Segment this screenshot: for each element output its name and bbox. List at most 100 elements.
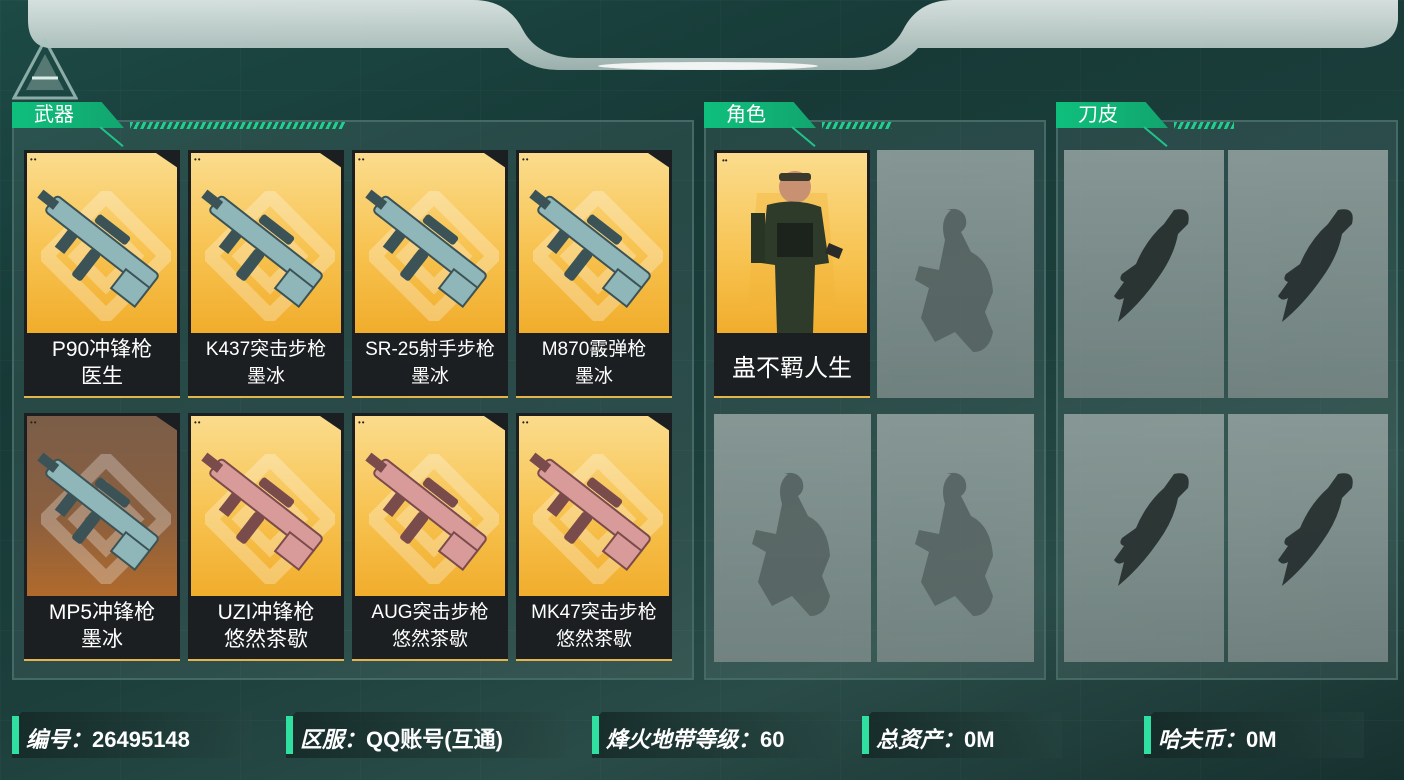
weapon-art — [355, 153, 505, 333]
weapon-art — [191, 153, 341, 333]
role-name: 蛊不羁人生 — [732, 355, 852, 382]
mk47-gun-icon — [519, 416, 669, 596]
card-dots: •• — [522, 418, 530, 427]
card-dots: •• — [522, 155, 530, 164]
knife-icon — [1228, 414, 1388, 667]
weapon-name: MK47突击步枪 — [531, 602, 657, 623]
knife-icon — [1064, 414, 1224, 667]
info-value: 0M — [964, 727, 995, 752]
weapon-card[interactable]: •• MK47突击步枪 悠然茶歇 — [516, 413, 672, 661]
info-accent-bar — [1144, 716, 1151, 754]
weapon-art — [519, 416, 669, 596]
weapon-skin: 悠然茶歇 — [391, 629, 468, 650]
role-art — [717, 153, 867, 333]
weapon-label: AUG突击步枪 悠然茶歇 — [352, 599, 508, 653]
weapon-name: MP5冲锋枪 — [48, 601, 156, 624]
card-dots: •• — [194, 418, 202, 427]
roles-title: 角色 — [704, 102, 816, 128]
weapon-skin: 墨冰 — [246, 366, 285, 387]
weapon-skin: 墨冰 — [574, 366, 613, 387]
weapon-label: K437突击步枪 墨冰 — [188, 336, 344, 390]
weapon-name: M870霰弹枪 — [541, 339, 647, 360]
weapon-card[interactable]: •• AUG突击步枪 悠然茶歇 — [352, 413, 508, 661]
weapon-label: UZI冲锋枪 悠然茶歇 — [188, 599, 344, 653]
info-item: 总资产：0M — [862, 712, 1062, 758]
info-accent-bar — [12, 716, 19, 754]
m870-gun-icon — [519, 153, 669, 333]
card-dots: •• — [194, 155, 202, 164]
info-accent-bar — [286, 716, 293, 754]
k437-gun-icon — [191, 153, 341, 333]
sr25-gun-icon — [355, 153, 505, 333]
weapon-label: M870霰弹枪 墨冰 — [516, 336, 672, 390]
role-card[interactable]: •• 蛊不羁人生 — [714, 150, 870, 398]
weapons-title: 武器 — [12, 102, 124, 128]
info-key: 烽火地带等级： — [606, 727, 761, 752]
weapon-skin: 悠然茶歇 — [224, 628, 308, 651]
weapon-card[interactable]: •• M870霰弹枪 墨冰 — [516, 150, 672, 398]
knives-title: 刀皮 — [1056, 102, 1168, 128]
aug-gun-icon — [355, 416, 505, 596]
info-label: 总资产：0M — [876, 722, 995, 754]
weapon-card[interactable]: •• P90冲锋枪 医生 — [24, 150, 180, 398]
weapon-art — [191, 416, 341, 596]
weapon-skin: 墨冰 — [81, 628, 123, 651]
card-dots: •• — [30, 418, 38, 427]
info-value: 0M — [1246, 727, 1277, 752]
uzi-gun-icon — [191, 416, 341, 596]
card-dots: •• — [30, 155, 38, 164]
info-accent-bar — [862, 716, 869, 754]
knives-panel-header: 刀皮 — [1056, 102, 1246, 148]
info-item: 哈夫币：0M — [1144, 712, 1364, 758]
weapon-art — [355, 416, 505, 596]
weapon-art — [27, 416, 177, 596]
knife-slot[interactable] — [1064, 414, 1224, 662]
info-value: QQ账号(互通) — [366, 727, 503, 752]
top-bar — [18, 0, 1398, 70]
roles-panel-header: 角色 — [704, 102, 894, 148]
info-label: 哈夫币：0M — [1158, 722, 1277, 754]
header-hatch — [822, 122, 892, 129]
empty-role-slot[interactable] — [714, 414, 871, 662]
knife-slot[interactable] — [1228, 150, 1388, 398]
weapon-name: K437突击步枪 — [205, 339, 327, 360]
card-dots: •• — [722, 156, 728, 165]
info-key: 哈夫币： — [1158, 727, 1247, 752]
weapon-name: SR-25射手步枪 — [365, 339, 495, 360]
weapon-art — [519, 153, 669, 333]
empty-role-slot[interactable] — [877, 150, 1034, 398]
weapon-name: UZI冲锋枪 — [217, 601, 315, 624]
weapon-label: P90冲锋枪 医生 — [24, 336, 180, 390]
weapon-card[interactable]: •• SR-25射手步枪 墨冰 — [352, 150, 508, 398]
mp5-gun-icon — [27, 416, 177, 596]
info-value: 26495148 — [92, 727, 190, 752]
info-item: 编号：26495148 — [12, 712, 252, 758]
p90-gun-icon — [27, 153, 177, 333]
info-accent-bar — [592, 716, 599, 754]
header-hatch — [1174, 122, 1234, 129]
weapon-card[interactable]: •• K437突击步枪 墨冰 — [188, 150, 344, 398]
weapon-name: P90冲锋枪 — [51, 338, 153, 361]
weapon-art — [27, 153, 177, 333]
info-item: 区服：QQ账号(互通) — [286, 712, 566, 758]
soldier-silhouette-icon — [752, 472, 830, 616]
empty-role-slot[interactable] — [877, 414, 1034, 662]
knife-icon — [1228, 150, 1388, 403]
knife-icon — [1064, 150, 1224, 403]
weapon-name: AUG突击步枪 — [371, 602, 489, 623]
game-logo — [11, 36, 79, 100]
weapon-card[interactable]: •• UZI冲锋枪 悠然茶歇 — [188, 413, 344, 661]
weapon-label: SR-25射手步枪 墨冰 — [352, 336, 508, 390]
weapon-label: MP5冲锋枪 墨冰 — [24, 599, 180, 653]
info-label: 编号：26495148 — [26, 722, 190, 754]
weapon-card[interactable]: •• MP5冲锋枪 墨冰 — [24, 413, 180, 661]
info-label: 烽火地带等级：60 — [606, 722, 785, 754]
weapon-skin: 悠然茶歇 — [555, 629, 632, 650]
soldier-silhouette-icon — [915, 208, 993, 352]
info-key: 编号： — [26, 727, 93, 752]
weapon-label: MK47突击步枪 悠然茶歇 — [516, 599, 672, 653]
knife-slot[interactable] — [1228, 414, 1388, 662]
weapons-panel-header: 武器 — [12, 102, 352, 148]
weapon-skin: 医生 — [81, 365, 123, 388]
knife-slot[interactable] — [1064, 150, 1224, 398]
